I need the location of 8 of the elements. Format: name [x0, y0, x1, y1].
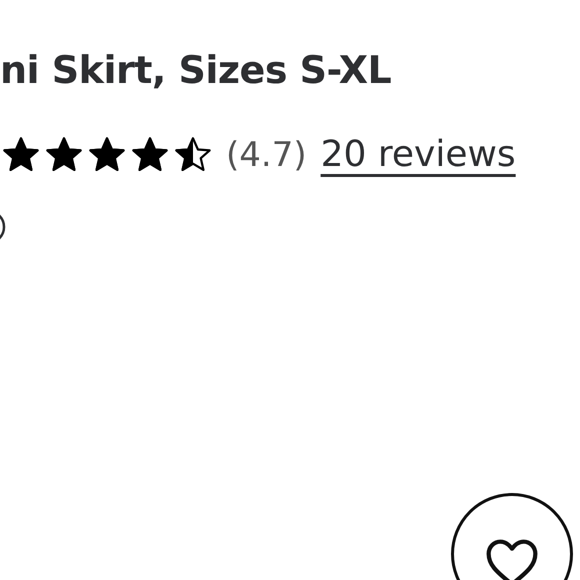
reviews-link[interactable]: 20 reviews — [320, 134, 516, 175]
rating-score: (4.7) — [226, 134, 307, 174]
product-title: ni Skirt, Sizes S-XL — [0, 47, 392, 94]
star-icon — [174, 136, 212, 174]
star-icon — [131, 136, 169, 174]
star-icon — [2, 136, 40, 174]
star-icon — [45, 136, 83, 174]
star-icon — [88, 136, 126, 174]
